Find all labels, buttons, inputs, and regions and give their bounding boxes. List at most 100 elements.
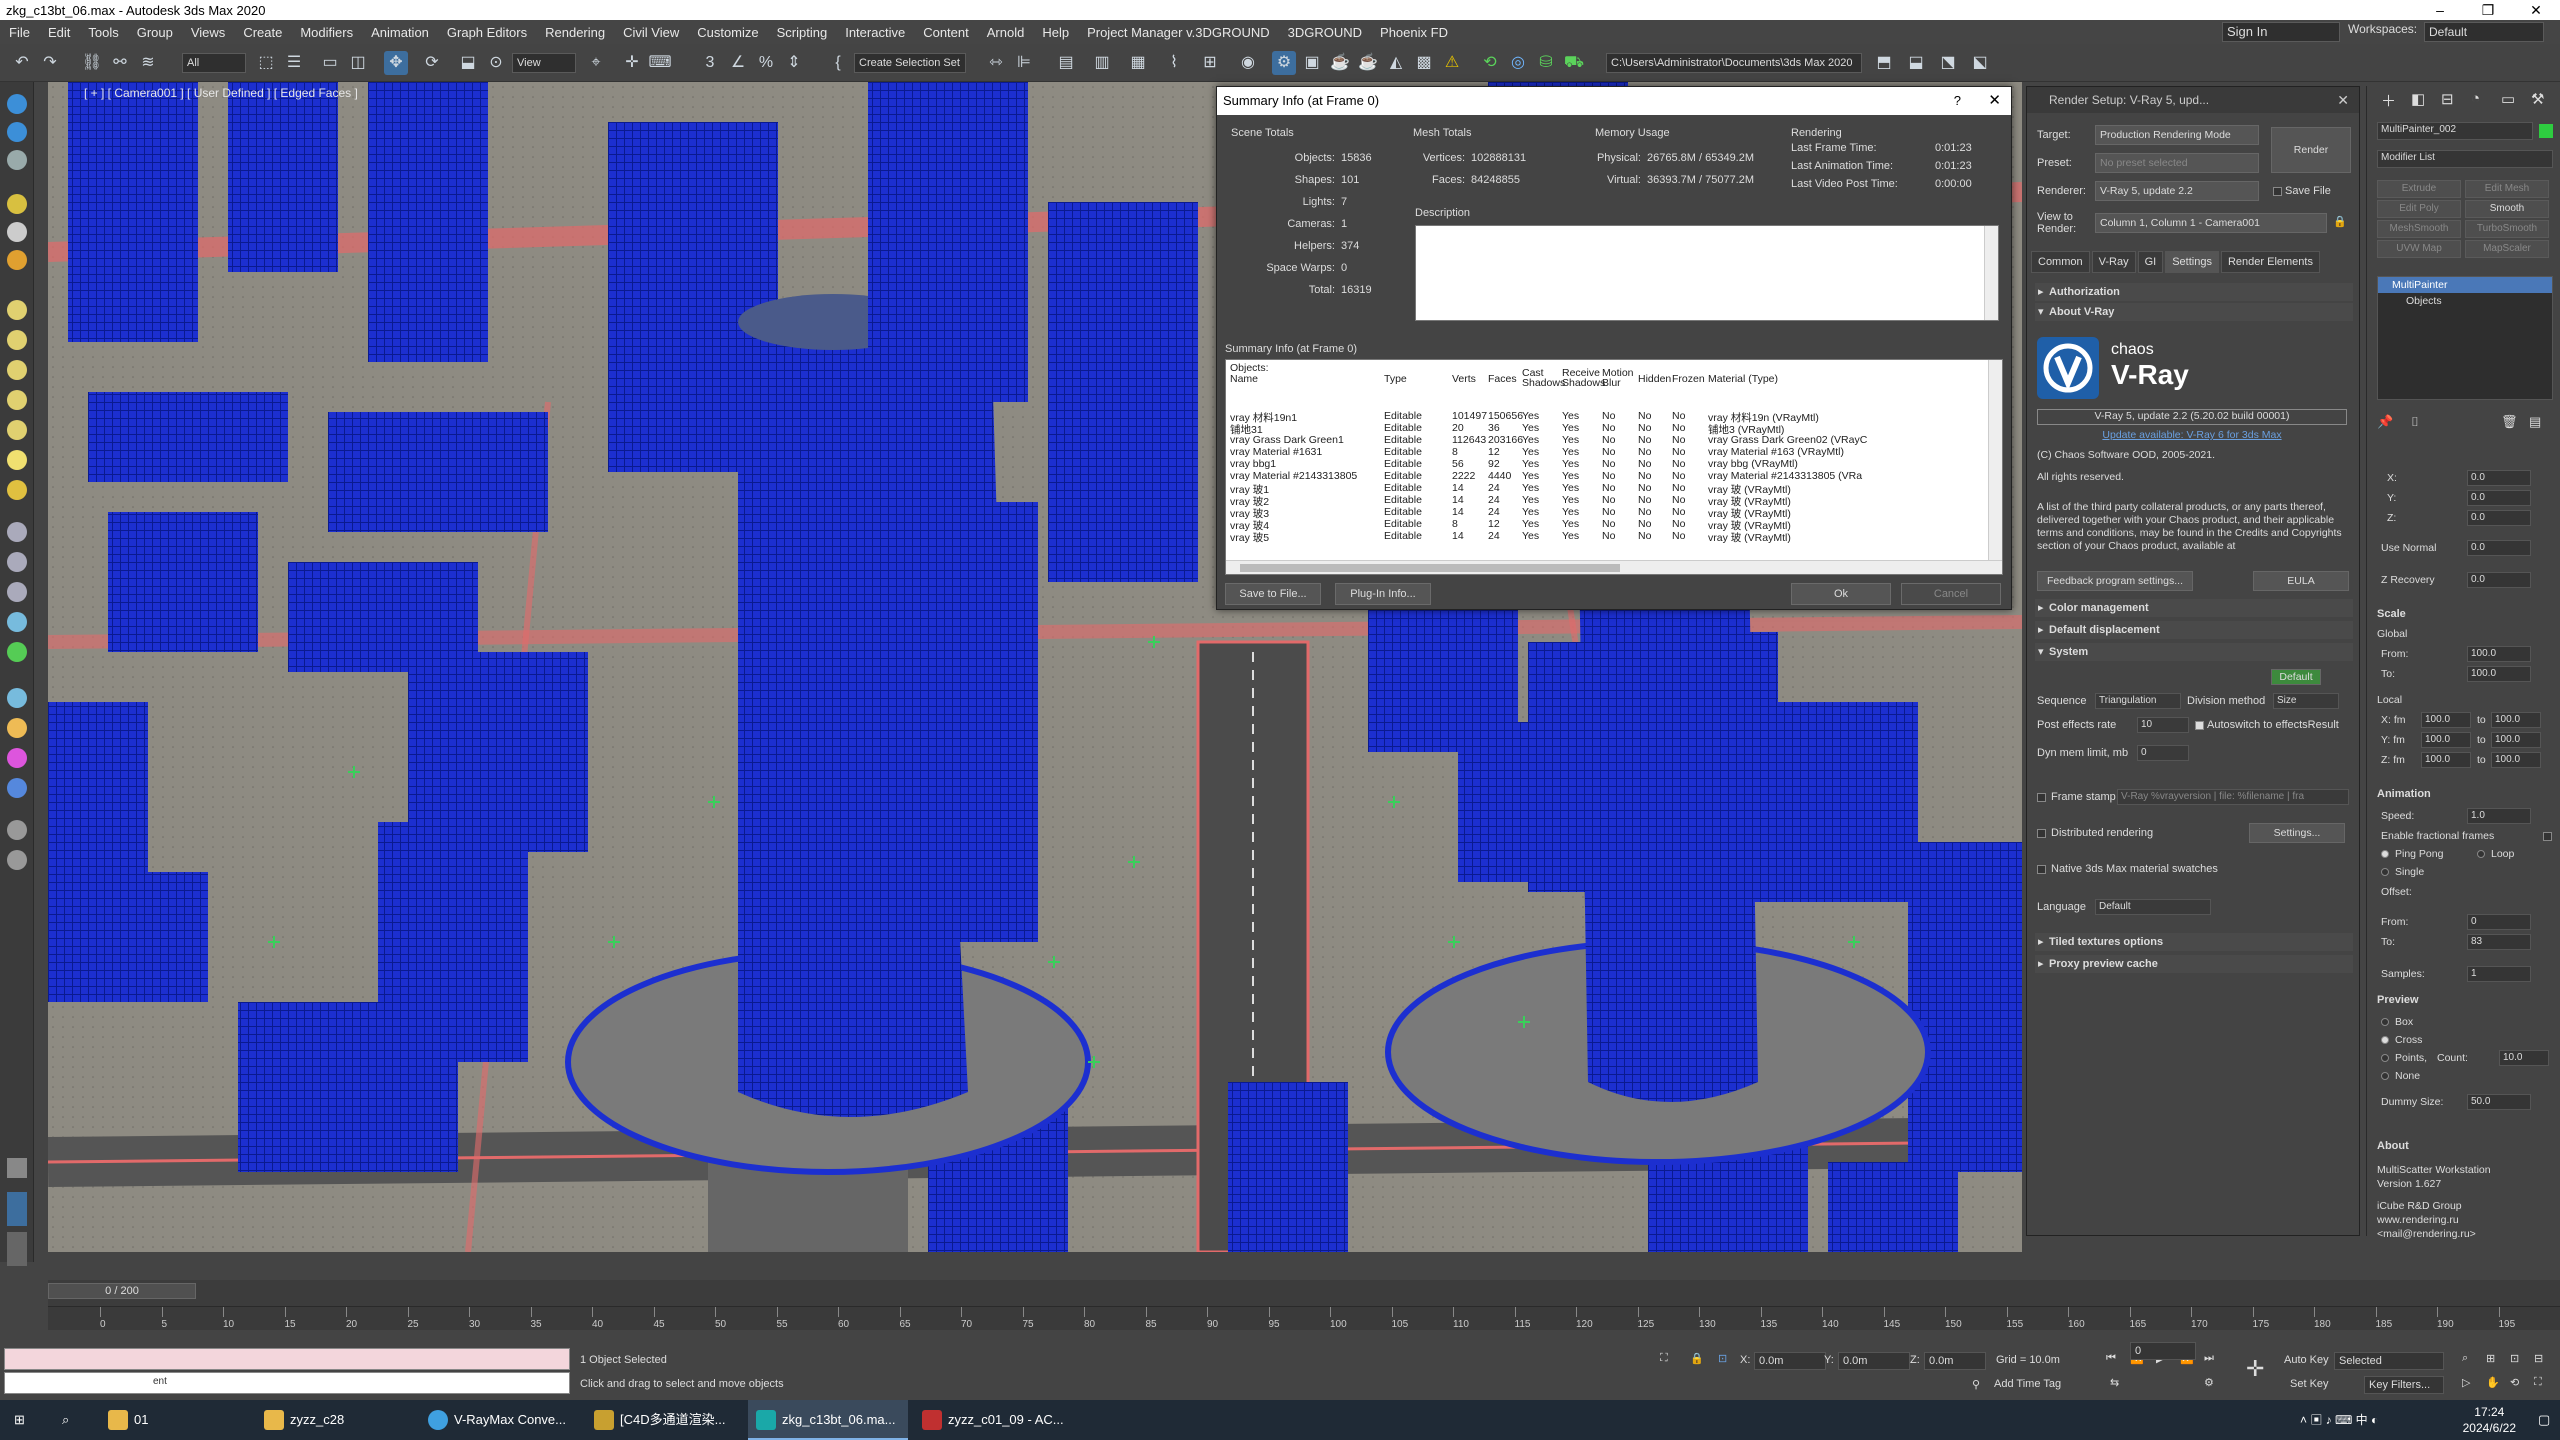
menu-interactive[interactable]: Interactive	[836, 25, 914, 40]
z-recovery-spinner[interactable]: 0.0	[2467, 572, 2531, 588]
mod-extrude-button[interactable]: Extrude	[2377, 180, 2461, 198]
compound-icon[interactable]	[7, 582, 27, 602]
lock-icon[interactable]: 🔒	[2333, 215, 2347, 228]
offset-to-spinner[interactable]: 83	[2467, 934, 2531, 950]
mod-uvw-map-button[interactable]: UVW Map	[2377, 240, 2461, 258]
scale-header[interactable]: Scale	[2377, 608, 2406, 620]
scatter-icon[interactable]	[7, 718, 27, 738]
vray-icon[interactable]	[7, 748, 27, 768]
cross-radio[interactable]	[2381, 1036, 2389, 1044]
description-scrollbar[interactable]	[1984, 226, 1998, 320]
project-settings-icon[interactable]: ⬕	[1968, 51, 1992, 75]
reference-coordinate-dropdown[interactable]: View	[512, 53, 576, 73]
plugin-green2-icon[interactable]: ⛁	[1534, 51, 1558, 75]
set-key-button[interactable]: Set Key	[2290, 1378, 2329, 1390]
shape-icon[interactable]	[7, 552, 27, 572]
time-config-icon[interactable]: ⚙	[2204, 1376, 2214, 1389]
scale-from-spinner[interactable]: 100.0	[2467, 646, 2531, 662]
speed-spinner[interactable]: 1.0	[2467, 808, 2531, 824]
ping-pong-radio[interactable]	[2381, 850, 2389, 858]
start-icon[interactable]: ⊞	[0, 1400, 48, 1440]
mod-mapscaler-button[interactable]: MapScaler	[2465, 240, 2549, 258]
column-header[interactable]: Cast Shadows	[1522, 368, 1565, 389]
isolate-icon[interactable]: ⛶	[1660, 1352, 1668, 1365]
objects-horizontal-scrollbar[interactable]	[1226, 560, 2002, 574]
coord-y-field[interactable]: 0.0m	[1838, 1352, 1910, 1370]
curve-editor-icon[interactable]: ⌇	[1162, 51, 1186, 75]
box-primitive-icon[interactable]	[7, 300, 27, 320]
display-tab-icon[interactable]: ▭	[2501, 90, 2515, 108]
stack-item-multipainter[interactable]: MultiPainter	[2378, 277, 2552, 293]
render-activeshade-icon[interactable]: ◭	[1384, 51, 1408, 75]
lights-icon[interactable]	[7, 194, 27, 214]
cone-primitive-icon[interactable]	[7, 420, 27, 440]
taskbar-item-vraymax-converter[interactable]: V-RayMax Conve...	[420, 1400, 580, 1440]
schematic-view-icon[interactable]: ⊞	[1198, 51, 1222, 75]
goto-end-icon[interactable]: ⏭	[2204, 1352, 2214, 1365]
save-to-file-button[interactable]: Save to File...	[1225, 583, 1321, 605]
ok-button[interactable]: Ok	[1791, 583, 1891, 605]
mod-edit-mesh-button[interactable]: Edit Mesh	[2465, 180, 2549, 198]
zoom-all-icon[interactable]: ⊞	[2486, 1352, 2495, 1365]
count-spinner[interactable]: 10.0	[2499, 1050, 2549, 1066]
modify-tab-icon[interactable]: ◧	[2411, 90, 2425, 108]
mod-turbosmooth-button[interactable]: TurboSmooth	[2465, 220, 2549, 238]
zoom-icon[interactable]: ⌕	[2462, 1352, 2468, 1365]
configure-modifiers-icon[interactable]: ▤	[2529, 414, 2541, 430]
menu-graph-editors[interactable]: Graph Editors	[438, 25, 536, 40]
select-move-icon[interactable]: ✥	[384, 51, 408, 75]
redo-icon[interactable]: ↷	[38, 51, 62, 75]
target-dropdown[interactable]: Production Rendering Mode	[2095, 125, 2259, 145]
show-end-result-icon[interactable]: ⌷	[2411, 414, 2419, 430]
local-y-to[interactable]: 100.0	[2491, 732, 2541, 748]
taskbar-item-c4d[interactable]: [C4D多通道渲染...	[586, 1400, 746, 1440]
tab-settings[interactable]: Settings	[2165, 251, 2219, 273]
menu-group[interactable]: Group	[128, 25, 182, 40]
sphere-primitive-icon[interactable]	[7, 330, 27, 350]
place-icon[interactable]: ⊙	[484, 51, 508, 75]
window-crossing-icon[interactable]: ◫	[346, 51, 370, 75]
warning-icon[interactable]: ⚠	[1440, 51, 1464, 75]
time-slider[interactable]: 0 / 200	[48, 1283, 196, 1299]
menu-file[interactable]: File	[0, 25, 39, 40]
none-radio[interactable]	[2381, 1072, 2389, 1080]
undo-icon[interactable]: ↶	[10, 51, 34, 75]
autoswitch-checkbox[interactable]	[2195, 721, 2204, 730]
menu-arnold[interactable]: Arnold	[978, 25, 1034, 40]
use-normal-spinner[interactable]: 0.0	[2467, 540, 2531, 556]
menu-edit[interactable]: Edit	[39, 25, 79, 40]
orbit-icon[interactable]: ⟲	[2510, 1376, 2519, 1389]
post-effects-spinner[interactable]: 10	[2137, 717, 2189, 733]
description-textarea[interactable]	[1415, 225, 1999, 321]
rectangular-selection-icon[interactable]: ▭	[318, 51, 342, 75]
render-button[interactable]: Render	[2271, 127, 2351, 173]
search-icon[interactable]: ⌕	[52, 1400, 92, 1440]
rendered-frame-window-icon[interactable]: ▣	[1300, 51, 1324, 75]
menu-rendering[interactable]: Rendering	[536, 25, 614, 40]
tab-common[interactable]: Common	[2031, 251, 2090, 273]
plugin-green3-icon[interactable]: ⛟	[1562, 51, 1586, 75]
tiled-textures-rollout[interactable]: Tiled textures options	[2035, 933, 2353, 951]
menu-help[interactable]: Help	[1033, 25, 1078, 40]
frame-stamp-checkbox[interactable]	[2037, 793, 2046, 802]
single-radio[interactable]	[2381, 868, 2389, 876]
language-dropdown[interactable]: Default	[2095, 899, 2211, 915]
view-to-render-dropdown[interactable]: Column 1, Column 1 - Camera001	[2095, 213, 2327, 233]
vray-fb-icon[interactable]: ▩	[1412, 51, 1436, 75]
frame-stamp-input[interactable]: V-Ray %vrayversion | file: %filename | f…	[2117, 789, 2349, 805]
column-header[interactable]: Motion Blur	[1602, 368, 1638, 389]
time-tag-icon[interactable]: ⚲	[1972, 1378, 1980, 1391]
menu-content[interactable]: Content	[914, 25, 978, 40]
system-rollout[interactable]: System	[2035, 643, 2353, 661]
offset-from-spinner[interactable]: 0	[2467, 914, 2531, 930]
render-setup-icon[interactable]: ⚙	[1272, 51, 1296, 75]
column-header[interactable]: Frozen	[1672, 374, 1705, 385]
menu-civil-view[interactable]: Civil View	[614, 25, 688, 40]
preview-header[interactable]: Preview	[2377, 994, 2419, 1006]
maxscript-output[interactable]: ent	[4, 1372, 570, 1394]
local-z-from[interactable]: 100.0	[2421, 752, 2471, 768]
remove-modifier-icon[interactable]: 🗑	[2501, 414, 2518, 430]
menu-3dground[interactable]: 3DGROUND	[1279, 25, 1371, 40]
maximize-viewport-icon[interactable]: ⛶	[2534, 1376, 2542, 1389]
sequence-dropdown[interactable]: Triangulation	[2095, 693, 2181, 709]
